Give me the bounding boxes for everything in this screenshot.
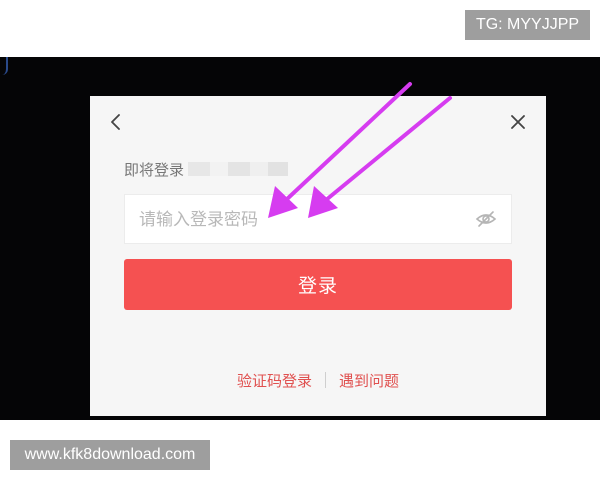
login-button[interactable]: 登录 xyxy=(124,259,512,310)
account-label: 即将登录 xyxy=(124,160,185,179)
sms-login-link[interactable]: 验证码登录 xyxy=(237,370,312,391)
help-link[interactable]: 遇到问题 xyxy=(339,370,399,391)
close-icon[interactable] xyxy=(508,112,528,132)
account-row: 即将登录 xyxy=(124,158,289,180)
login-dialog: 即将登录 登录 验证码登录 遇到问题 xyxy=(90,96,546,416)
password-input[interactable] xyxy=(137,195,461,245)
masked-account-number xyxy=(188,162,289,176)
link-divider xyxy=(325,372,326,388)
eye-off-icon[interactable] xyxy=(475,210,497,228)
chevron-left-icon[interactable] xyxy=(106,112,126,132)
bottom-links: 验证码登录 遇到问题 xyxy=(90,368,546,392)
password-field[interactable] xyxy=(124,194,512,245)
watermark-bottom: www.kfk8download.com xyxy=(10,440,210,470)
window-edge xyxy=(0,57,8,75)
watermark-top: TG: MYYJJPP xyxy=(465,10,590,40)
